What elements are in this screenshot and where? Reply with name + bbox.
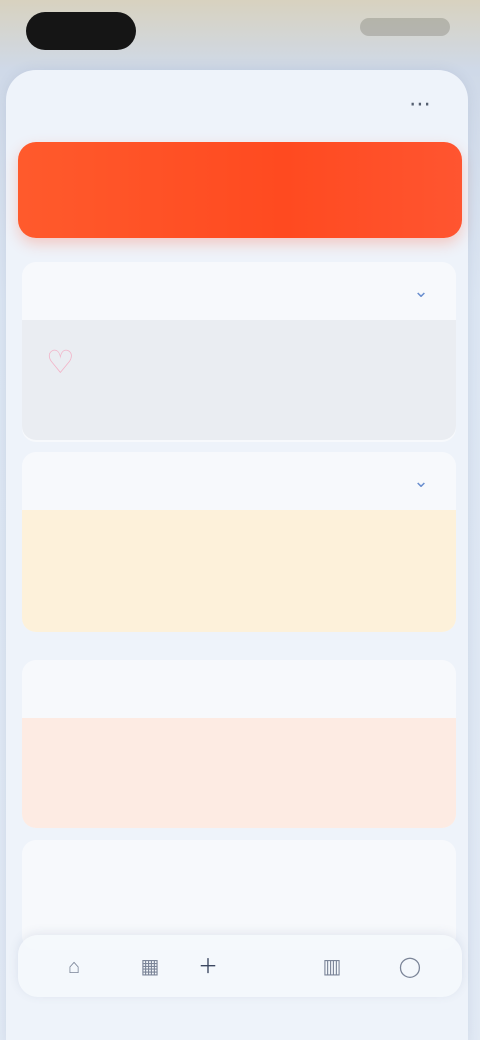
calendar-icon[interactable]: ▦ <box>132 952 168 982</box>
page-title <box>160 90 320 118</box>
promo-banner[interactable] <box>18 142 462 238</box>
ellipsis-icon[interactable]: ⋯ <box>406 90 434 118</box>
heart-icon: ♡ <box>46 344 75 380</box>
list-card[interactable] <box>22 840 456 950</box>
status-indicators <box>360 18 450 36</box>
tracker-body <box>22 320 456 440</box>
chevron-down-icon[interactable]: ⌄ <box>410 280 432 302</box>
status-bar <box>0 0 480 52</box>
plus-icon[interactable]: ＋ <box>190 952 226 982</box>
stats-body <box>22 718 456 828</box>
home-icon[interactable]: ⌂ <box>56 952 92 982</box>
tip-body <box>22 510 456 632</box>
profile-icon[interactable]: ◯ <box>392 952 428 982</box>
chart-icon[interactable]: ▥ <box>314 952 350 982</box>
dynamic-island <box>26 12 136 50</box>
chevron-down-icon[interactable]: ⌄ <box>410 470 432 492</box>
